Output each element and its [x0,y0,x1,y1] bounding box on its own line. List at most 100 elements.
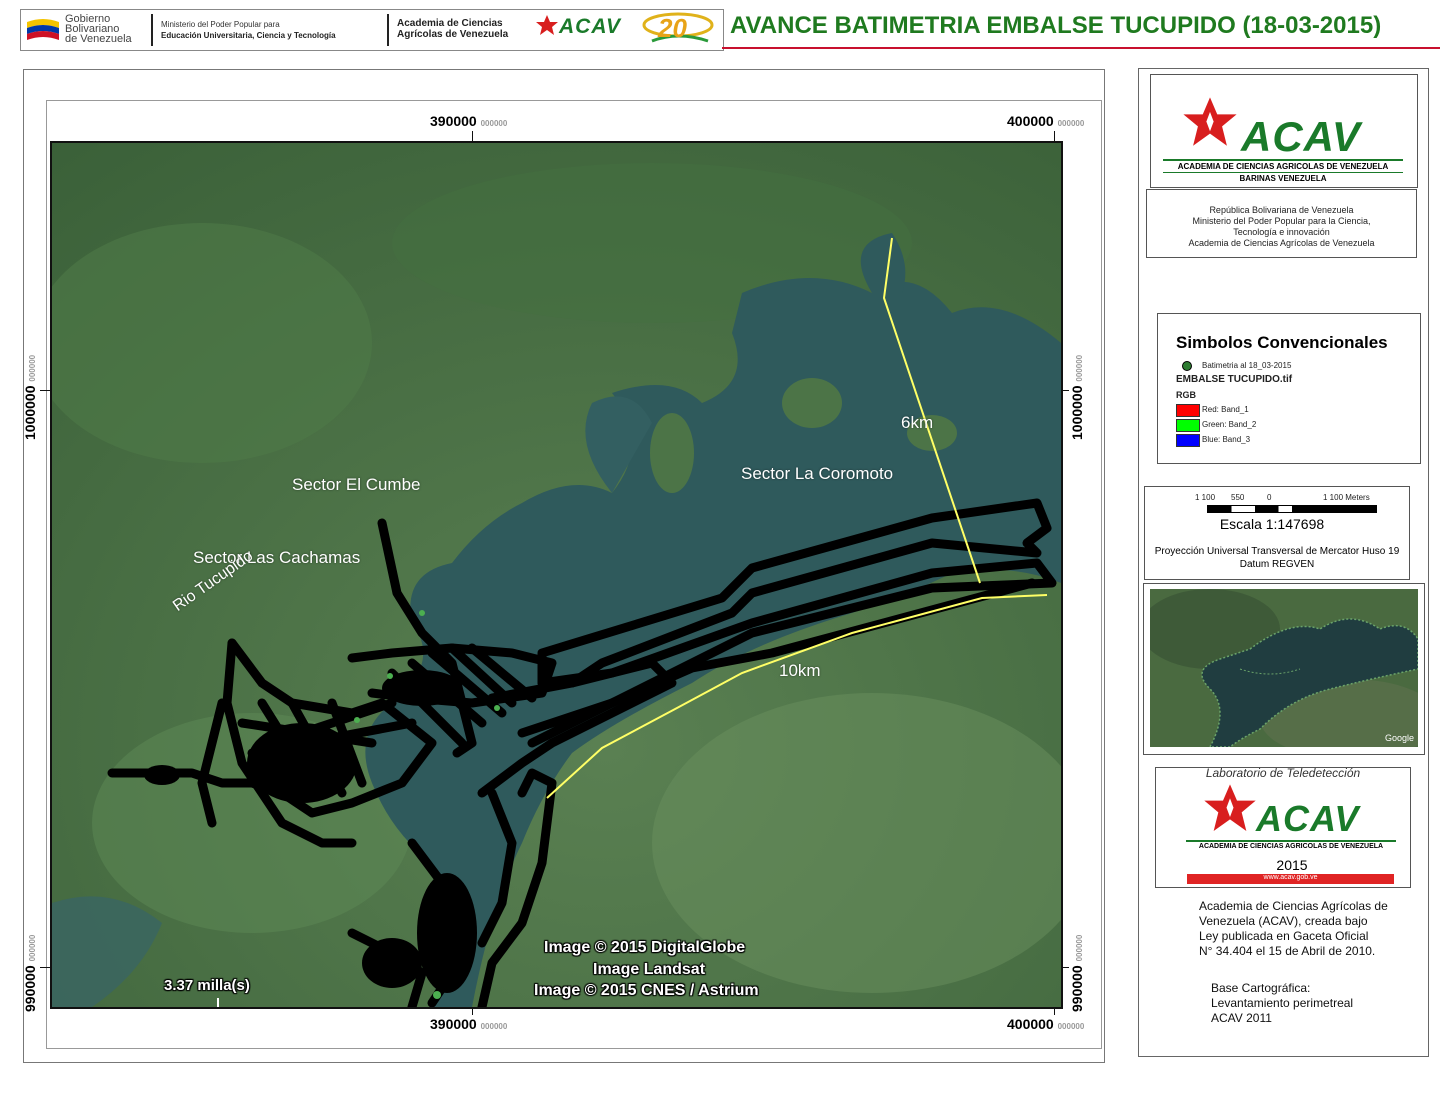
acav-star-icon [1181,95,1239,158]
x-tick-400000-top: 400000 000000 [1007,113,1085,129]
label-sector-el-cumbe: Sector El Cumbe [292,475,421,494]
overview-map-box: Google [1143,583,1425,755]
lab-logo-rule [1186,840,1396,842]
lab-star-icon [1202,782,1258,843]
note-line: Ley publicada en Gaceta Oficial [1199,929,1369,943]
tick-mark [472,131,473,141]
lab-year: 2015 [1276,857,1308,873]
academy-line-1: Academia de Ciencias [397,18,503,29]
institution-line: República Bolivariana de Venezuela [1209,205,1354,215]
legend-swatch-green [1176,419,1200,432]
y-tick-sub: 000000 [1075,934,1084,962]
header-divider [387,14,389,46]
lab-title: Laboratorio de Teledetección [1205,766,1361,780]
academy-line-2: Agrícolas de Venezuela [397,29,509,40]
institution-box: República Bolivariana de Venezuela Minis… [1146,189,1417,258]
acav-logo-rule [1163,172,1403,173]
y-tick-sub: 000000 [28,934,37,962]
header-divider [151,14,153,46]
title-underline [722,47,1440,49]
imagery-credit-line-2: Image Landsat [593,961,706,978]
x-tick-sub: 000000 [1057,1022,1085,1031]
lab-website: www.acav.gob.ve [1263,874,1318,881]
creation-note: Academia de Ciencias Agrícolas de Venezu… [1199,899,1388,959]
header-logos-banner: Gobierno Bolivariano de Venezuela Minist… [20,9,724,51]
legend-title: Simbolos Convencionales [1176,333,1388,352]
ministry-line-1: Ministerio del Poder Popular para [161,20,280,29]
label-distance-10km: 10km [779,661,821,680]
scale-box: 1 100 550 0 1 100 Meters Escala 1:147698… [1144,486,1410,580]
legend-point-icon [1182,361,1192,371]
imagery-credit-line-1: Image © 2015 DigitalGlobe [544,939,746,956]
island [650,413,694,493]
tick-mark [40,967,50,968]
cartographic-base: Base Cartográfica: Levantamiento perimet… [1211,981,1353,1026]
overview-satellite-image [1150,589,1418,747]
label-sector-la-coromoto: Sector La Coromoto [741,464,894,483]
scale-tick-label: 0 [1267,493,1272,502]
institution-line: Ministerio del Poder Popular para la Cie… [1192,216,1371,226]
projection-line-1: Proyección Universal Transversal de Merc… [1154,546,1400,557]
lab-acav-logo-text: ACAV [1256,798,1360,839]
venezuela-flag-icon [25,14,61,44]
satellite-map[interactable]: Sector El Cumbe Sector Las Cachamas Rio … [50,141,1063,1009]
y-tick-990000-right: 990000 000000 [1069,934,1085,1012]
anniversary-number: 20 [658,13,687,43]
page-title: AVANCE BATIMETRIA EMBALSE TUCUPIDO (18-0… [730,12,1382,39]
imagery-credit-line-3: Image © 2015 CNES / Astrium [534,982,759,999]
lab-logo-box: Laboratorio de Teledetección ACAV ACADEM… [1155,766,1411,888]
legend-raster-label: EMBALSE TUCUPIDO.tif [1176,374,1293,385]
legend-swatch-blue [1176,434,1200,447]
institution-line: Academia de Ciencias Agrícolas de Venezu… [1188,238,1375,248]
acav-subtitle: ACADEMIA DE CIENCIAS AGRICOLAS DE VENEZU… [1177,162,1389,171]
legend-band-blue: Blue: Band_3 [1202,435,1251,444]
note-line: N° 34.404 el 15 de Abril de 2010. [1199,944,1376,958]
acav-logo-text: ACAV [1241,113,1361,160]
gov-line-3: de Venezuela [65,33,132,45]
acav-logo-box: ACAV ACADEMIA DE CIENCIAS AGRICOLAS DE V… [1150,74,1418,188]
y-tick-990000-left: 990000 000000 [22,934,38,1012]
ministry-line-2: Educación Universitaria, Ciencia y Tecno… [161,31,336,40]
legend-band-red: Red: Band_1 [1202,405,1249,414]
scale-ratio: Escala 1:147698 [1219,516,1325,532]
overview-map[interactable]: Google [1150,589,1418,747]
projection-line-2: Datum REGVEN [1239,559,1315,570]
lab-subtitle: ACADEMIA DE CIENCIAS AGRICOLAS DE VENEZU… [1198,843,1384,850]
tick-mark [1054,131,1055,141]
y-tick-1000000-left: 1000000 000000 [22,354,38,440]
acav-star-icon [535,14,559,41]
scale-bar [1207,505,1377,513]
base-line: Levantamiento perimetreal [1211,996,1354,1010]
scale-tick-label: 1 100 Meters [1323,493,1370,502]
label-sector-las-cachamas: Sector Las Cachamas [193,548,361,567]
tick-mark [40,390,50,391]
x-tick-sub: 000000 [480,119,508,128]
label-distance-6km: 6km [901,413,934,432]
island [782,378,842,428]
legend-swatch-red [1176,404,1200,417]
legend-rgb-label: RGB [1176,390,1196,400]
header-acav-logo: ACAV [559,15,621,38]
legend-box: Simbolos Convencionales Batimetria al 18… [1157,313,1421,464]
x-tick-sub: 000000 [480,1022,508,1031]
legend-point-label: Batimetria al 18_03-2015 [1202,361,1292,370]
scale-tick-label: 1 100 [1195,493,1216,502]
acav-location: BARINAS VENEZUELA [1239,174,1327,183]
y-tick-sub: 000000 [28,354,37,382]
note-line: Venezuela (ACAV), creada bajo [1199,914,1368,928]
y-tick-sub: 000000 [1075,354,1084,382]
overview-credit: Google [1384,733,1414,743]
x-tick-390000-bottom: 390000 000000 [430,1016,508,1032]
legend-band-green: Green: Band_2 [1202,420,1257,429]
satellite-image [52,143,1061,1007]
x-tick-390000-top: 390000 000000 [430,113,508,129]
x-tick-sub: 000000 [1057,119,1085,128]
x-tick-400000-bottom: 400000 000000 [1007,1016,1085,1032]
base-line: Base Cartográfica: [1211,981,1311,995]
y-tick-1000000-right: 1000000 000000 [1069,354,1085,440]
note-line: Academia de Ciencias Agrícolas de [1199,899,1388,913]
acav-logo-rule [1163,159,1403,161]
map-scale-label: 3.37 milla(s) [164,977,250,994]
institution-line: Tecnología e innovación [1233,227,1330,237]
scale-tick-label: 550 [1231,493,1245,502]
